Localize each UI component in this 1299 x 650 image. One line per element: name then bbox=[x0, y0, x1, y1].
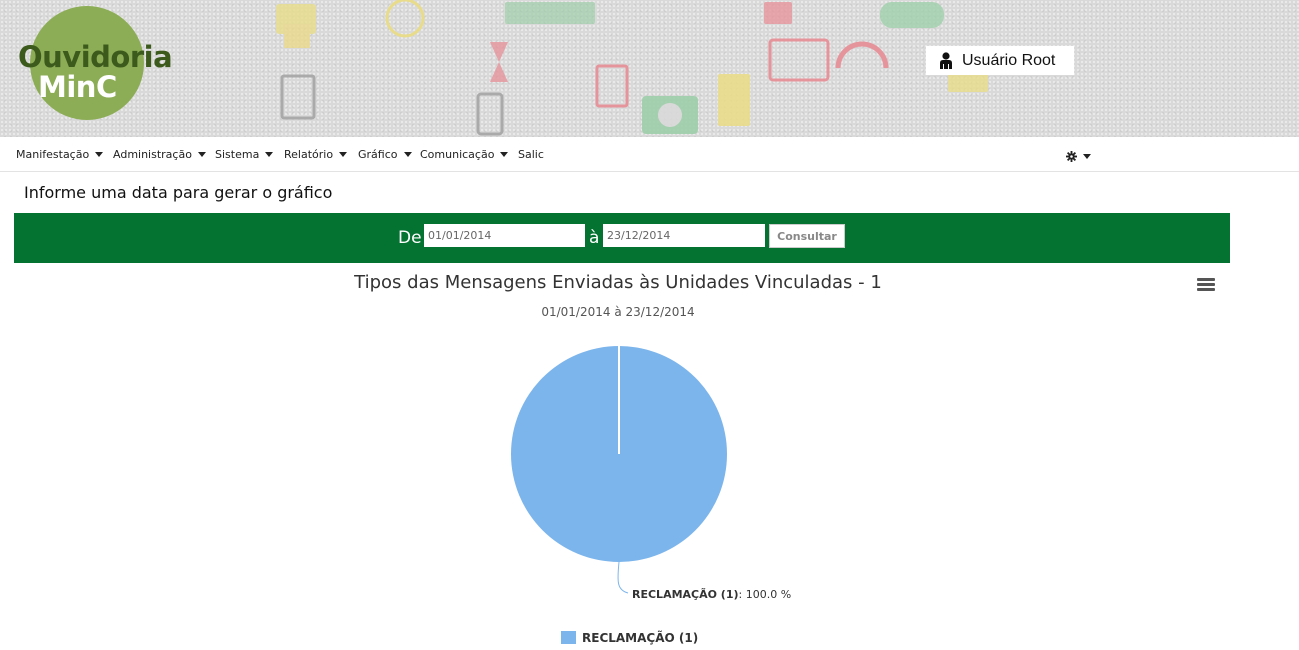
data-label-connector bbox=[617, 561, 629, 594]
slice-data-label-name: RECLAMAÇÃO (1) bbox=[632, 588, 739, 601]
keyboard-icon bbox=[505, 2, 595, 24]
from-label: De bbox=[398, 228, 422, 248]
pie-chart: Tipos das Mensagens Enviadas às Unidades… bbox=[353, 272, 882, 645]
slice-data-label-value: 100.0 % bbox=[746, 588, 791, 601]
banner-background-icons bbox=[276, 0, 988, 136]
nav-item-label: Gráfico bbox=[358, 148, 398, 161]
hamburger-line bbox=[1197, 283, 1215, 286]
nav-item-label: Administração bbox=[113, 148, 192, 161]
nav-item-relatorio[interactable]: Relatório bbox=[284, 148, 348, 161]
caret-down-icon bbox=[339, 152, 348, 157]
legend-swatch bbox=[561, 631, 576, 644]
date-from-input[interactable] bbox=[424, 224, 585, 247]
nav-item-label: Manifestação bbox=[16, 148, 90, 161]
nav-item-grafico[interactable]: Gráfico bbox=[358, 148, 412, 161]
gamepad-icon bbox=[880, 2, 944, 28]
nav-item-label: Relatório bbox=[284, 148, 334, 161]
nav-item-manifestacao[interactable]: Manifestação bbox=[16, 148, 104, 161]
folder-icon bbox=[768, 38, 830, 82]
header-banner: Ouvidoria MinC Usuário Root bbox=[0, 0, 1299, 137]
chart-title: Tipos das Mensagens Enviadas às Unidades… bbox=[353, 272, 882, 293]
caret-down-icon bbox=[95, 152, 104, 157]
nav-item-salic[interactable]: Salic bbox=[518, 148, 544, 161]
nav-item-label: Sistema bbox=[215, 148, 260, 161]
nav-item-sistema[interactable]: Sistema bbox=[215, 148, 274, 161]
ouvidoria-logo[interactable]: Ouvidoria MinC bbox=[18, 6, 188, 126]
pie-slices bbox=[511, 346, 727, 562]
legend-item[interactable]: RECLAMAÇÃO (1) bbox=[561, 630, 698, 645]
smiley-icon bbox=[385, 0, 425, 38]
nav-item-administracao[interactable]: Administração bbox=[113, 148, 206, 161]
settings-menu[interactable] bbox=[1066, 151, 1091, 162]
main-nav: Manifestação Administração Sistema Relat… bbox=[0, 137, 1299, 172]
chart-subtitle: 01/01/2014 à 23/12/2014 bbox=[541, 305, 694, 319]
caret-down-icon bbox=[197, 152, 206, 157]
chart-legend: RECLAMAÇÃO (1) bbox=[561, 630, 698, 645]
nav-item-label: Comunicação bbox=[420, 148, 495, 161]
camera-icon bbox=[642, 96, 698, 134]
caret-down-icon bbox=[1083, 154, 1091, 159]
nav-item-comunicacao[interactable]: Comunicação bbox=[420, 148, 509, 161]
consultar-button[interactable]: Consultar bbox=[769, 224, 845, 248]
legend-label: RECLAMAÇÃO (1) bbox=[582, 630, 698, 645]
hamburger-line bbox=[1197, 278, 1215, 281]
hamburger-line bbox=[1197, 288, 1215, 291]
hourglass-icon bbox=[490, 42, 508, 82]
slice-data-label: RECLAMAÇÃO (1): 100.0 % bbox=[632, 588, 791, 601]
document-red-icon bbox=[595, 64, 629, 108]
to-label: à bbox=[589, 228, 600, 248]
logo-text-minc: MinC bbox=[38, 70, 117, 104]
user-menu[interactable]: Usuário Root bbox=[926, 46, 1074, 75]
user-icon bbox=[940, 51, 952, 69]
gear-icon bbox=[1066, 151, 1077, 162]
user-name: Usuário Root bbox=[962, 51, 1056, 69]
caret-down-icon bbox=[500, 152, 509, 157]
date-to-input[interactable] bbox=[603, 224, 765, 247]
caret-down-icon bbox=[265, 152, 274, 157]
calculator-icon bbox=[718, 74, 750, 126]
phone-icon bbox=[476, 92, 504, 136]
printer-icon bbox=[276, 4, 316, 48]
form-title: Informe uma data para gerar o gráfico bbox=[24, 183, 333, 202]
logo-text-ouvidoria: Ouvidoria bbox=[18, 40, 173, 74]
headphones-icon bbox=[835, 41, 889, 69]
caret-down-icon bbox=[403, 152, 412, 157]
nav-item-label: Salic bbox=[518, 148, 544, 161]
floppy-icon bbox=[764, 2, 792, 24]
slice-data-label-sep: : bbox=[739, 588, 746, 601]
document-icon bbox=[280, 74, 316, 120]
hamburger-icon[interactable] bbox=[1197, 278, 1215, 292]
